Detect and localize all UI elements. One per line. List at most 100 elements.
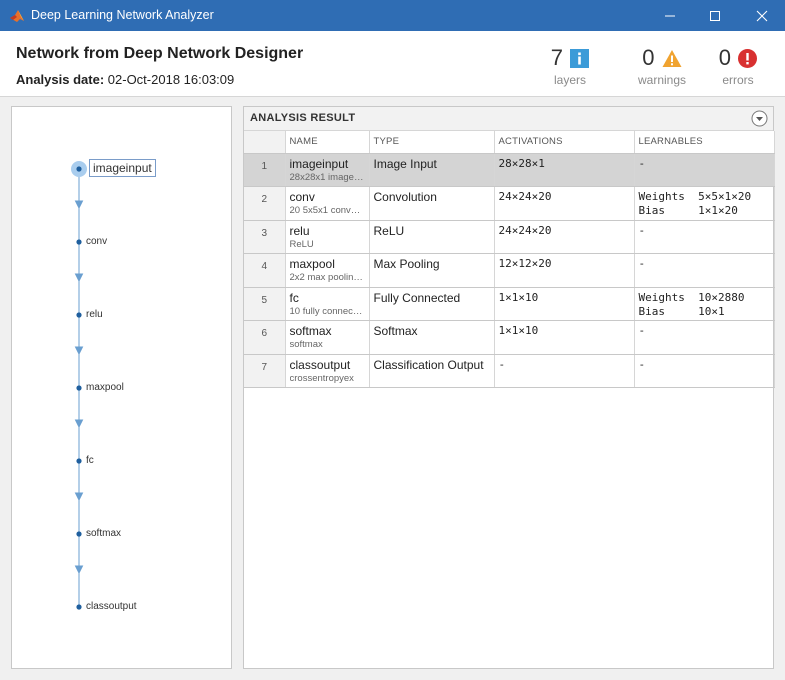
learnable-entry: - bbox=[638, 324, 646, 337]
analysis-date: Analysis date: 02-Oct-2018 16:03:09 bbox=[16, 72, 234, 87]
analysis-result-header: ANALYSIS RESULT bbox=[244, 107, 773, 131]
layer-learnables: - bbox=[634, 153, 775, 187]
layer-learnables: - bbox=[634, 253, 775, 288]
table-row[interactable]: 5 fc10 fully connected layer Fully Conne… bbox=[244, 287, 775, 321]
errors-label: errors bbox=[722, 73, 754, 87]
learnable-entry: Weights 5×5×1×20 bbox=[638, 190, 752, 203]
row-index: 3 bbox=[244, 220, 286, 254]
graph-node-maxpool[interactable] bbox=[76, 385, 82, 391]
layer-name-cell: conv20 5x5x1 convolutions with stride [1… bbox=[285, 186, 370, 221]
minimize-button[interactable] bbox=[647, 0, 693, 31]
layers-stat: 7 layers bbox=[535, 45, 605, 87]
close-icon bbox=[756, 10, 768, 21]
warnings-count: 0 bbox=[642, 45, 655, 70]
layer-learnables: - bbox=[634, 320, 775, 355]
table-row[interactable]: 7 classoutput crossentropyex Classificati… bbox=[244, 354, 775, 388]
graph-node-softmax[interactable] bbox=[76, 531, 82, 537]
layers-label: layers bbox=[553, 73, 586, 87]
layer-type: Convolution bbox=[369, 186, 495, 221]
learnable-entry: Bias 1×1×20 bbox=[638, 204, 738, 217]
row-index: 2 bbox=[244, 186, 286, 221]
chevron-down-icon[interactable] bbox=[751, 110, 768, 127]
maximize-icon bbox=[710, 10, 720, 21]
layer-description: 2x2 max pooling with stride [2 2] and pa… bbox=[289, 272, 365, 283]
graph-node-classoutput[interactable] bbox=[76, 604, 82, 610]
layer-description: softmax bbox=[289, 339, 323, 350]
graph-edge-arrow bbox=[74, 419, 84, 429]
layer-type: Classification Output bbox=[369, 354, 495, 388]
learnable-entry: Bias 10×1 bbox=[638, 304, 725, 318]
graph-node-label[interactable]: conv bbox=[86, 236, 107, 247]
layer-description: 10 fully connected layer bbox=[289, 305, 365, 317]
layer-name: softmax bbox=[289, 324, 332, 338]
table-row[interactable]: 2 conv20 5x5x1 convolutions with stride … bbox=[244, 186, 775, 221]
column-header-name[interactable]: NAME bbox=[285, 131, 370, 154]
layer-type: Softmax bbox=[369, 320, 495, 355]
graph-node-label[interactable]: imageinput bbox=[89, 159, 156, 177]
layer-name: relu bbox=[289, 223, 310, 238]
layer-name-cell: classoutput crossentropyex bbox=[285, 354, 370, 388]
analysis-date-value: 02-Oct-2018 16:03:09 bbox=[107, 72, 235, 87]
column-header-activations[interactable]: ACTIVATIONS bbox=[494, 131, 635, 154]
warnings-stat: 0 warnings bbox=[627, 45, 697, 87]
layer-activations: 12×12×20 bbox=[494, 253, 635, 288]
table-row[interactable]: 4 maxpool2x2 max pooling with stride [2 … bbox=[244, 253, 775, 288]
layer-learnables: - bbox=[634, 220, 775, 254]
graph-node-relu[interactable] bbox=[76, 312, 82, 318]
layer-name: classoutput bbox=[289, 357, 351, 372]
window-title: Deep Learning Network Analyzer bbox=[31, 8, 214, 22]
layer-description: 28x28x1 images with 'zerocenter' normali… bbox=[289, 171, 365, 183]
layer-name-cell: maxpool2x2 max pooling with stride [2 2]… bbox=[285, 253, 370, 288]
error-icon bbox=[738, 48, 758, 68]
table-row[interactable]: 6 softmax softmax Softmax 1×1×10 - bbox=[244, 320, 775, 355]
row-index: 7 bbox=[244, 354, 286, 388]
table-row[interactable]: 1 imageinput28x28x1 images with 'zerocen… bbox=[244, 153, 775, 187]
layer-type: Fully Connected bbox=[369, 287, 495, 321]
row-index: 4 bbox=[244, 253, 286, 288]
graph-edge-arrow bbox=[74, 492, 84, 502]
layer-name-cell: imageinput28x28x1 images with 'zerocente… bbox=[285, 153, 370, 187]
layer-name-cell: softmax softmax bbox=[285, 320, 370, 355]
layer-activations: 24×24×20 bbox=[494, 186, 635, 221]
layer-activations: 28×28×1 bbox=[494, 153, 635, 187]
column-header-type[interactable]: TYPE bbox=[369, 131, 495, 154]
close-button[interactable] bbox=[739, 0, 785, 31]
layer-type: Max Pooling bbox=[369, 253, 495, 288]
analysis-result-title: ANALYSIS RESULT bbox=[250, 112, 356, 124]
layer-type: Image Input bbox=[369, 153, 495, 187]
network-graph-panel[interactable]: imageinput conv relu maxpool fc softmax … bbox=[11, 106, 232, 669]
analysis-date-label: Analysis date: bbox=[16, 72, 105, 87]
graph-node-fc[interactable] bbox=[76, 458, 82, 464]
graph-node-label[interactable]: fc bbox=[86, 455, 94, 466]
row-index: 6 bbox=[244, 320, 286, 355]
minimize-icon bbox=[665, 15, 675, 16]
graph-node-label[interactable]: maxpool bbox=[86, 382, 124, 393]
layer-learnables: Weights 5×5×1×20 Bias 1×1×20 bbox=[634, 186, 775, 221]
layer-activations: 24×24×20 bbox=[494, 220, 635, 254]
layer-name: maxpool bbox=[289, 257, 335, 271]
layer-activations: - bbox=[494, 354, 635, 388]
network-title: Network from Deep Network Designer bbox=[16, 45, 304, 62]
layer-type: ReLU bbox=[369, 220, 495, 254]
errors-stat: 0 errors bbox=[703, 45, 773, 87]
errors-count: 0 bbox=[718, 45, 731, 70]
layer-name: imageinput bbox=[289, 156, 349, 171]
graph-node-label[interactable]: softmax bbox=[86, 528, 121, 539]
learnable-entry: - bbox=[638, 357, 646, 371]
warning-icon bbox=[662, 49, 682, 67]
matlab-logo-icon bbox=[10, 10, 24, 22]
row-index: 5 bbox=[244, 287, 286, 321]
table-header-row: NAME TYPE ACTIVATIONS LEARNABLES bbox=[244, 131, 775, 154]
layer-activations: 1×1×10 bbox=[494, 287, 635, 321]
layer-description: 20 5x5x1 convolutions with stride [1 1] … bbox=[289, 205, 365, 216]
layer-name: fc bbox=[289, 290, 299, 305]
maximize-button[interactable] bbox=[692, 0, 738, 31]
layer-description: crossentropyex bbox=[289, 372, 354, 384]
graph-node-conv[interactable] bbox=[76, 239, 82, 245]
column-header-learnables[interactable]: LEARNABLES bbox=[634, 131, 775, 154]
table-row[interactable]: 3 relu ReLU ReLU 24×24×20 - bbox=[244, 220, 775, 254]
graph-node-label[interactable]: relu bbox=[86, 309, 103, 320]
graph-node-label[interactable]: classoutput bbox=[86, 601, 137, 612]
learnable-entry: Weights 10×2880 bbox=[638, 290, 745, 304]
graph-node-imageinput[interactable] bbox=[76, 166, 82, 172]
